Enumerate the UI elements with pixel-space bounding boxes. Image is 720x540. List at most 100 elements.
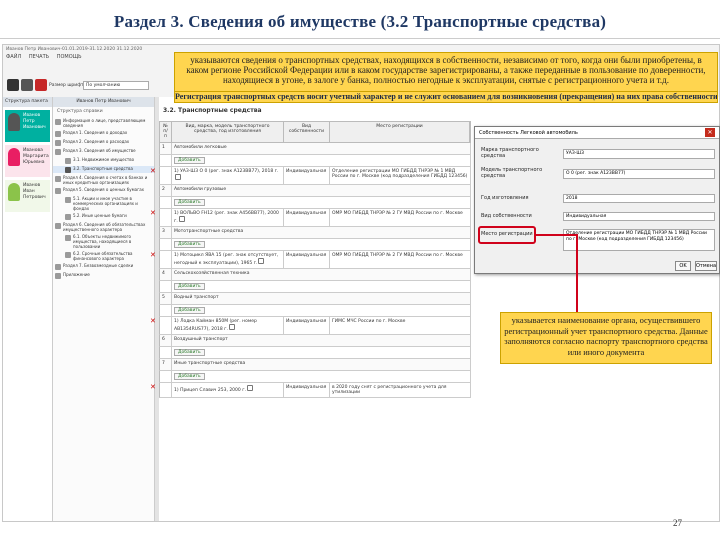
person-avatar-icon [8,183,20,201]
label-ownership: Вид собственности [481,213,532,219]
tree-item[interactable]: Информация о лице, представляющем сведен… [53,118,154,128]
category-label: Автомобили легковые [172,143,471,154]
table-row[interactable]: ✕ 1) ВОЛЬВО FH12 (рег. знак А456ВВ77), 20… [150,209,471,227]
menu-file[interactable]: ФАЙЛ [6,54,21,60]
brand-field[interactable]: УАЗ-Ш3 [563,149,715,159]
slide-title: Раздел 3. Сведения об имуществе (3.2 Тра… [113,12,607,31]
row-spacer [160,209,172,226]
tree-item[interactable]: 6.1. Объекты недвижимого имущества, нахо… [53,234,154,249]
delete-icon[interactable]: ✕ [150,252,156,259]
edit-icon[interactable] [175,174,181,180]
add-row: Добавить [159,281,471,293]
entry-number: 1) [174,211,179,216]
add-row: Добавить [159,155,471,167]
add-button[interactable]: Добавить [174,283,205,290]
add-button[interactable]: Добавить [174,307,205,314]
edit-icon[interactable] [178,216,185,222]
table-row[interactable]: ✕ 1) УАЗ-Ш3 О 0 (рег. знак А123ВВ77), 201… [150,167,471,185]
title-divider [0,38,720,39]
table-row[interactable]: ✕ 1) Мотоцикл ЯВА 15 (рег. знак отсутству… [150,251,471,269]
tree-item[interactable]: Приложение [53,272,154,279]
ownership-cell: Индивидуальная [284,317,330,334]
category-label: Автомобили грузовые [172,185,471,196]
menu-help[interactable]: ПОМОЩЬ [57,54,82,60]
add-cell: Добавить [172,155,471,166]
category-label: Иные транспортные средства [172,359,471,370]
pdf-icon[interactable] [35,79,47,91]
save-icon[interactable] [7,79,19,91]
callout-line [536,234,578,236]
delete-icon[interactable]: ✕ [150,384,156,391]
person-icon [55,119,61,125]
ok-button[interactable]: OK [675,261,691,271]
category-row: 5 Водный транспорт [159,293,471,305]
tree-item[interactable]: 6.2. Срочные обязательства финансового х… [53,251,154,261]
year-select[interactable]: 2018 [563,194,715,203]
tree-item[interactable]: Раздел 7. Безвозмездные сделки [53,263,154,270]
registration-cell: ОМР МО ГИБДД ТНРЭР № 2 ГУ МВД России по … [330,209,471,226]
add-button[interactable]: Добавить [174,349,205,356]
tree-item[interactable]: Раздел 3. Сведения об имуществе [53,148,154,155]
category-label: Сельскохозяйственная техника [172,269,471,280]
table-header: № п/п Вид, марка, модель транспортного с… [159,121,471,143]
ownership-select[interactable]: Индивидуальная [563,212,715,221]
person-avatar-icon [8,148,20,166]
add-button[interactable]: Добавить [174,373,205,380]
section-tree: Иванов Петр Иванович Структура справки И… [53,97,155,521]
delete-icon[interactable]: ✕ [150,210,156,217]
model-field[interactable]: О 0 (рег. знак А123ВВ77) [563,169,715,179]
package-header: Структура пакета [3,97,52,107]
add-row: Добавить [159,347,471,359]
row-spacer [160,251,172,268]
add-cell: Добавить [172,197,471,208]
tree-item[interactable]: 5.2. Иные ценные бумаги [53,213,154,220]
table-row[interactable]: ✕ 1) Лодка Кайман 850М (рег. номер АВ1354… [150,317,471,335]
person-card-2[interactable]: Иванова Маргарита Юрьевна [5,145,50,177]
person-card-1[interactable]: Иванов Петр Иванович [5,110,50,142]
category-label: Мототранспортные средства [172,227,471,238]
label-brand: Марка транспортного средства [481,147,539,159]
close-icon[interactable]: ✕ [705,128,715,137]
tree-item[interactable]: 5.1. Акции и иное участие в коммерческих… [53,196,154,211]
person-avatar-icon [8,113,20,131]
delete-icon[interactable]: ✕ [150,168,156,175]
tree-item[interactable]: Раздел 5. Сведения о ценных бумагах [53,187,154,194]
add-cell-spacer [160,155,172,166]
registration-field[interactable]: Отделение регистрации МО ГИБДД ТНРЭР № 1… [563,229,715,251]
delete-icon[interactable]: ✕ [150,318,156,325]
registration-cell: Отделение регистрации МО ГИБДД ТНРЭР № 1… [330,167,471,184]
bank-icon [55,176,61,182]
add-button[interactable]: Добавить [174,157,205,164]
font-size-select[interactable]: По умолчанию [83,81,149,90]
vehicle-name: Лодка Кайман 850М (рег. номер АВ1354RUS7… [174,319,257,332]
add-button[interactable]: Добавить [174,199,205,206]
tree-item[interactable]: Раздел 1. Сведения о доходах [53,130,154,137]
document-icon [55,140,61,146]
window-title: Иванов Петр Иванович-01.01.2019-31.12.20… [6,47,143,52]
menu-print[interactable]: ПЕЧАТЬ [29,54,49,60]
person-card-3[interactable]: Иванов Иван Петрович [5,180,50,212]
edit-icon[interactable] [228,324,235,330]
ownership-cell: Индивидуальная [284,167,330,184]
note-strip: Регистрация транспортных средств носит у… [174,91,718,103]
person-name: Иванов Иван Петрович [23,183,46,200]
registration-cell: ГИМС МЧС России по г. Москве [330,317,471,334]
add-button[interactable]: Добавить [174,241,205,248]
table-row[interactable]: ✕ 1) Прицеп Славич 253, 2000 г. Индивидуал… [150,383,471,398]
category-label: Воздушный транспорт [172,335,471,346]
tree-item[interactable]: Раздел 2. Сведения о расходах [53,139,154,146]
tree-item[interactable]: Раздел 4. Сведения о счетах в банках и и… [53,175,154,185]
edit-icon[interactable] [247,385,254,391]
vehicle-name: ВОЛЬВО FH12 (рег. знак А456ВВ77), 2000 г… [174,211,279,224]
cancel-button[interactable]: Отмена [695,261,717,271]
tree-item-selected[interactable]: 3.2. Транспортные средства [53,166,154,173]
category-row: 4 Сельскохозяйственная техника [159,269,471,281]
print-icon[interactable] [21,79,33,91]
font-size-label: Размер шрифта [49,83,87,88]
vehicle-cell: 1) ВОЛЬВО FH12 (рег. знак А456ВВ77), 200… [172,209,284,226]
edit-icon[interactable] [258,258,265,264]
document-icon [55,131,61,137]
add-row: Добавить [159,305,471,317]
tree-item[interactable]: Раздел 6. Сведения об обязательствах иму… [53,222,154,232]
tree-item[interactable]: 3.1. Недвижимое имущество [53,157,154,164]
